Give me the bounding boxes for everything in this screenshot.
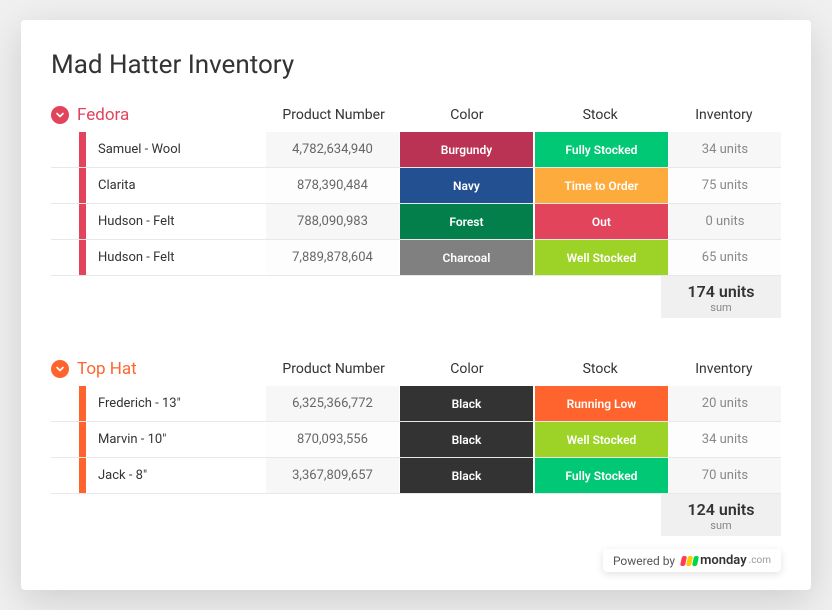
column-header-product_number[interactable]: Product Number — [267, 107, 400, 123]
column-header-color[interactable]: Color — [400, 107, 533, 123]
group-header: FedoraProduct NumberColorStockInventory — [51, 98, 781, 132]
cell-stock[interactable]: Running Low — [535, 386, 668, 421]
cell-color[interactable]: Navy — [400, 168, 533, 203]
row-name[interactable]: Hudson - Felt — [98, 240, 266, 275]
cell-inventory[interactable]: 34 units — [669, 132, 781, 167]
summary-row: 124 unitssum — [51, 494, 781, 536]
cell-color[interactable]: Burgundy — [400, 132, 533, 167]
group-title[interactable]: Fedora — [77, 105, 267, 125]
summary-label: sum — [661, 519, 781, 532]
group: Top HatProduct NumberColorStockInventory… — [51, 352, 781, 536]
row-name[interactable]: Samuel - Wool — [98, 132, 266, 167]
cell-inventory[interactable]: 65 units — [669, 240, 781, 275]
cell-inventory[interactable]: 34 units — [669, 422, 781, 457]
table-row[interactable]: Jack - 8"3,367,809,657BlackFully Stocked… — [51, 458, 781, 494]
summary-value: 124 units — [661, 500, 781, 519]
cell-stock[interactable]: Well Stocked — [535, 240, 668, 275]
cell-inventory[interactable]: 0 units — [669, 204, 781, 239]
table-row[interactable]: Samuel - Wool4,782,634,940BurgundyFully … — [51, 132, 781, 168]
inventory-summary: 124 unitssum — [661, 494, 781, 536]
powered-by-label: Powered by — [613, 554, 675, 568]
row-accent — [79, 204, 86, 239]
group-title[interactable]: Top Hat — [77, 359, 267, 379]
column-header-product_number[interactable]: Product Number — [267, 361, 400, 377]
cell-product-number[interactable]: 788,090,983 — [266, 204, 399, 239]
row-name[interactable]: Marvin - 10" — [98, 422, 266, 457]
table-row[interactable]: Hudson - Felt7,889,878,604CharcoalWell S… — [51, 240, 781, 276]
summary-row: 174 unitssum — [51, 276, 781, 318]
cell-stock[interactable]: Fully Stocked — [535, 458, 668, 493]
table-row[interactable]: Clarita878,390,484NavyTime to Order75 un… — [51, 168, 781, 204]
groups-container: FedoraProduct NumberColorStockInventoryS… — [51, 98, 781, 536]
row-accent — [79, 422, 86, 457]
group-header: Top HatProduct NumberColorStockInventory — [51, 352, 781, 386]
row-name[interactable]: Clarita — [98, 168, 266, 203]
cell-color[interactable]: Forest — [400, 204, 533, 239]
table-row[interactable]: Marvin - 10"870,093,556BlackWell Stocked… — [51, 422, 781, 458]
collapse-chevron-icon[interactable] — [51, 106, 69, 124]
cell-inventory[interactable]: 70 units — [669, 458, 781, 493]
cell-product-number[interactable]: 878,390,484 — [266, 168, 399, 203]
table-row[interactable]: Frederich - 13"6,325,366,772BlackRunning… — [51, 386, 781, 422]
cell-stock[interactable]: Out — [535, 204, 668, 239]
row-accent — [79, 386, 86, 421]
cell-inventory[interactable]: 20 units — [669, 386, 781, 421]
column-header-color[interactable]: Color — [400, 361, 533, 377]
column-header-stock[interactable]: Stock — [534, 361, 667, 377]
summary-value: 174 units — [661, 282, 781, 301]
cell-color[interactable]: Charcoal — [400, 240, 533, 275]
cell-stock[interactable]: Fully Stocked — [535, 132, 668, 167]
summary-label: sum — [661, 301, 781, 314]
column-header-inventory[interactable]: Inventory — [667, 361, 781, 377]
cell-stock[interactable]: Time to Order — [535, 168, 668, 203]
column-header-inventory[interactable]: Inventory — [667, 107, 781, 123]
board-card: Mad Hatter Inventory FedoraProduct Numbe… — [21, 20, 811, 590]
collapse-chevron-icon[interactable] — [51, 360, 69, 378]
row-name[interactable]: Frederich - 13" — [98, 386, 266, 421]
cell-product-number[interactable]: 870,093,556 — [266, 422, 399, 457]
table-row[interactable]: Hudson - Felt788,090,983ForestOut0 units — [51, 204, 781, 240]
cell-color[interactable]: Black — [400, 458, 533, 493]
cell-product-number[interactable]: 6,325,366,772 — [266, 386, 399, 421]
cell-product-number[interactable]: 7,889,878,604 — [266, 240, 399, 275]
row-accent — [79, 240, 86, 275]
cell-color[interactable]: Black — [400, 422, 533, 457]
column-header-stock[interactable]: Stock — [534, 107, 667, 123]
cell-color[interactable]: Black — [400, 386, 533, 421]
row-name[interactable]: Jack - 8" — [98, 458, 266, 493]
inventory-summary: 174 unitssum — [661, 276, 781, 318]
cell-stock[interactable]: Well Stocked — [535, 422, 668, 457]
row-accent — [79, 132, 86, 167]
row-name[interactable]: Hudson - Felt — [98, 204, 266, 239]
row-accent — [79, 458, 86, 493]
powered-by-badge[interactable]: Powered by monday.com — [603, 549, 781, 572]
group: FedoraProduct NumberColorStockInventoryS… — [51, 98, 781, 318]
monday-logo: monday.com — [681, 553, 771, 568]
page-title: Mad Hatter Inventory — [51, 50, 781, 80]
cell-product-number[interactable]: 3,367,809,657 — [266, 458, 399, 493]
cell-inventory[interactable]: 75 units — [669, 168, 781, 203]
cell-product-number[interactable]: 4,782,634,940 — [266, 132, 399, 167]
row-accent — [79, 168, 86, 203]
